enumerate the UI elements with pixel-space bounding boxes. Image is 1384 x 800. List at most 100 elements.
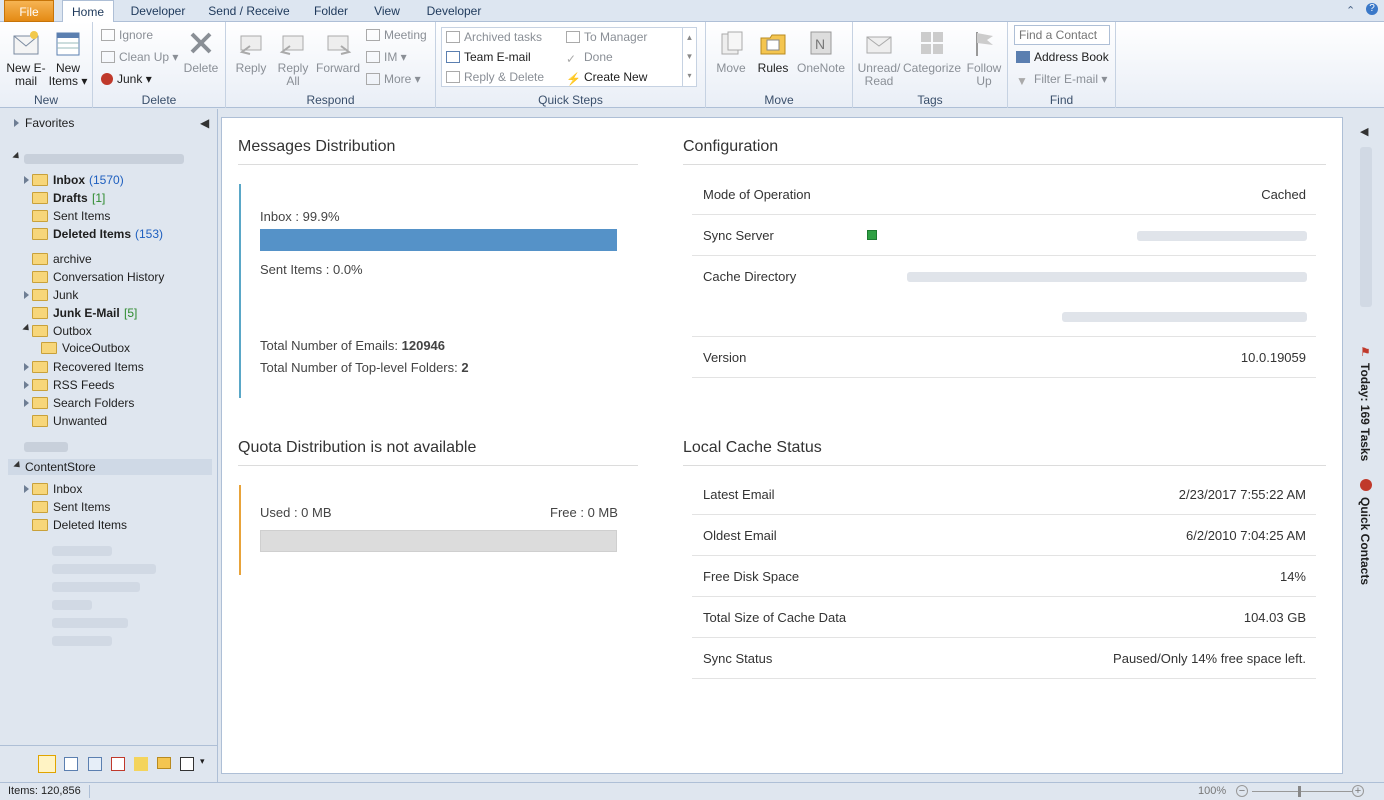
configure-buttons-icon[interactable]: ▾ xyxy=(200,756,205,767)
blurred-folder xyxy=(52,636,112,646)
tab-folder[interactable]: Folder xyxy=(304,0,358,22)
quick-step-done[interactable]: ✓ Done xyxy=(566,48,613,66)
folder-item[interactable]: Unwanted xyxy=(0,412,216,430)
quick-contacts-label[interactable]: Quick Contacts xyxy=(1358,497,1372,585)
new-items-button[interactable]: New Items ▾ xyxy=(48,28,88,88)
expand-todo-bar-icon[interactable]: ◀ xyxy=(1360,125,1368,138)
folder-item[interactable]: Search Folders xyxy=(0,394,216,412)
folder-item[interactable]: Junk E-Mail [5] xyxy=(0,304,216,322)
expand-icon[interactable] xyxy=(24,176,29,184)
onenote-button[interactable]: N OneNote xyxy=(794,28,848,75)
expand-icon xyxy=(14,119,19,127)
group-tags: Unread/ Read Categorize Follow Up Tags xyxy=(853,22,1008,108)
more-button[interactable]: More ▾ xyxy=(366,70,421,88)
minimize-ribbon-icon[interactable]: ⌃ xyxy=(1346,4,1355,17)
notes-icon[interactable] xyxy=(134,757,148,771)
favorites-header[interactable]: Favorites ◀ xyxy=(0,113,216,133)
tab-home[interactable]: Home xyxy=(62,0,114,23)
inbox-bar-track xyxy=(260,229,617,251)
todo-bar: ◀ ⚑ Today: 169 Tasks Quick Contacts xyxy=(1350,117,1384,782)
blurred-account[interactable] xyxy=(24,442,68,452)
tab-send-receive[interactable]: Send / Receive xyxy=(204,0,294,22)
calendar-icon[interactable] xyxy=(64,757,78,771)
folder-item[interactable]: Sent Items xyxy=(0,207,216,225)
unread-count: (153) xyxy=(135,227,164,241)
folder-item[interactable]: Inbox (1570) xyxy=(0,171,216,189)
expand-icon[interactable] xyxy=(24,399,29,407)
categorize-icon xyxy=(921,32,943,54)
folder-item[interactable]: Outbox xyxy=(0,322,216,340)
ignore-button[interactable]: Ignore xyxy=(101,26,153,44)
group-find: Address Book ▼Filter E-mail ▾ Find xyxy=(1008,22,1116,108)
folder-item[interactable]: Conversation History xyxy=(0,268,216,286)
folder-item[interactable]: Recovered Items xyxy=(0,358,216,376)
delete-button[interactable]: Delete xyxy=(181,28,221,75)
collapse-pane-icon[interactable]: ◀ xyxy=(200,113,209,133)
folder-item[interactable]: archive xyxy=(0,250,216,268)
junk-button[interactable]: Junk ▾ xyxy=(101,70,152,88)
expand-icon[interactable] xyxy=(24,291,29,299)
collapse-icon[interactable] xyxy=(22,323,32,334)
reply-button[interactable]: Reply xyxy=(231,28,271,75)
zoom-in-icon[interactable]: + xyxy=(1352,785,1364,797)
collapse-icon[interactable] xyxy=(12,151,22,162)
zoom-slider-thumb[interactable] xyxy=(1298,786,1301,797)
new-email-icon xyxy=(13,31,39,55)
new-email-button[interactable]: New E-mail xyxy=(6,28,46,88)
folder-item[interactable]: Sent Items xyxy=(0,498,216,516)
clean-up-button[interactable]: Clean Up ▾ xyxy=(101,48,178,66)
tab-file[interactable]: File xyxy=(4,0,54,22)
quick-step-archived-tasks[interactable]: Archived tasks xyxy=(446,28,542,46)
categorize-button[interactable]: Categorize xyxy=(903,28,961,75)
tab-developer[interactable]: Developer xyxy=(124,0,192,22)
tab-view[interactable]: View xyxy=(366,0,408,22)
tasks-icon[interactable] xyxy=(111,757,125,771)
unread-read-button[interactable]: Unread/ Read xyxy=(857,28,901,88)
folder-item[interactable]: Deleted Items xyxy=(0,516,216,534)
folder-item[interactable]: Inbox xyxy=(0,480,216,498)
forward-button[interactable]: Forward xyxy=(316,28,360,75)
quick-step-reply-delete[interactable]: Reply & Delete xyxy=(446,68,544,86)
zoom-slider[interactable] xyxy=(1252,791,1352,792)
shortcuts-icon[interactable] xyxy=(180,757,194,771)
quick-steps-gallery: Archived tasks To Manager Team E-mail ✓ D… xyxy=(441,27,697,87)
reply-all-button[interactable]: Reply All xyxy=(273,28,313,88)
folder-name: VoiceOutbox xyxy=(62,341,131,355)
folder-icon xyxy=(32,271,48,283)
folder-item[interactable]: Junk xyxy=(0,286,216,304)
folder-item[interactable]: RSS Feeds xyxy=(0,376,216,394)
quick-step-to-manager[interactable]: To Manager xyxy=(566,28,647,46)
meeting-button[interactable]: Meeting xyxy=(366,26,427,44)
mail-icon[interactable] xyxy=(38,755,56,773)
mailbox-account-name[interactable] xyxy=(24,154,184,164)
todo-tasks-label[interactable]: Today: 169 Tasks xyxy=(1358,363,1372,461)
folder-item[interactable]: Deleted Items (153) xyxy=(0,225,216,243)
im-button[interactable]: IM ▾ xyxy=(366,48,407,66)
cache-status-key: Total Size of Cache Data xyxy=(703,610,847,625)
find-contact-input[interactable] xyxy=(1014,25,1110,45)
filter-email-button[interactable]: ▼ Filter E-mail ▾ xyxy=(1016,70,1107,88)
folder-item[interactable]: VoiceOutbox xyxy=(0,339,216,357)
rules-button[interactable]: Rules xyxy=(754,28,792,75)
contacts-icon[interactable] xyxy=(88,757,102,771)
cache-status-row: Sync Status Paused/Only 14% free space le… xyxy=(692,638,1316,679)
archive-icon xyxy=(446,31,460,43)
expand-icon[interactable] xyxy=(24,381,29,389)
quick-step-create-new[interactable]: ⚡ Create New xyxy=(566,68,647,86)
contentstore-row[interactable]: ContentStore xyxy=(8,459,212,475)
unread-count: [5] xyxy=(124,306,138,320)
help-icon[interactable]: ? xyxy=(1366,3,1378,15)
move-button[interactable]: Move xyxy=(712,28,750,75)
section-accent-bar xyxy=(239,184,241,398)
quick-step-team-email[interactable]: Team E-mail xyxy=(446,48,531,66)
folder-name: Junk xyxy=(53,288,79,302)
follow-up-button[interactable]: Follow Up xyxy=(963,28,1005,88)
folder-item[interactable]: Drafts [1] xyxy=(0,189,216,207)
quick-steps-scroll[interactable]: ▲ ▼ ▾ xyxy=(682,28,696,86)
expand-icon[interactable] xyxy=(24,485,29,493)
expand-icon[interactable] xyxy=(24,363,29,371)
folder-list-icon[interactable] xyxy=(157,757,171,769)
address-book-button[interactable]: Address Book xyxy=(1016,48,1109,66)
zoom-out-icon[interactable]: − xyxy=(1236,785,1248,797)
tab-developer-2[interactable]: Developer xyxy=(420,0,488,22)
